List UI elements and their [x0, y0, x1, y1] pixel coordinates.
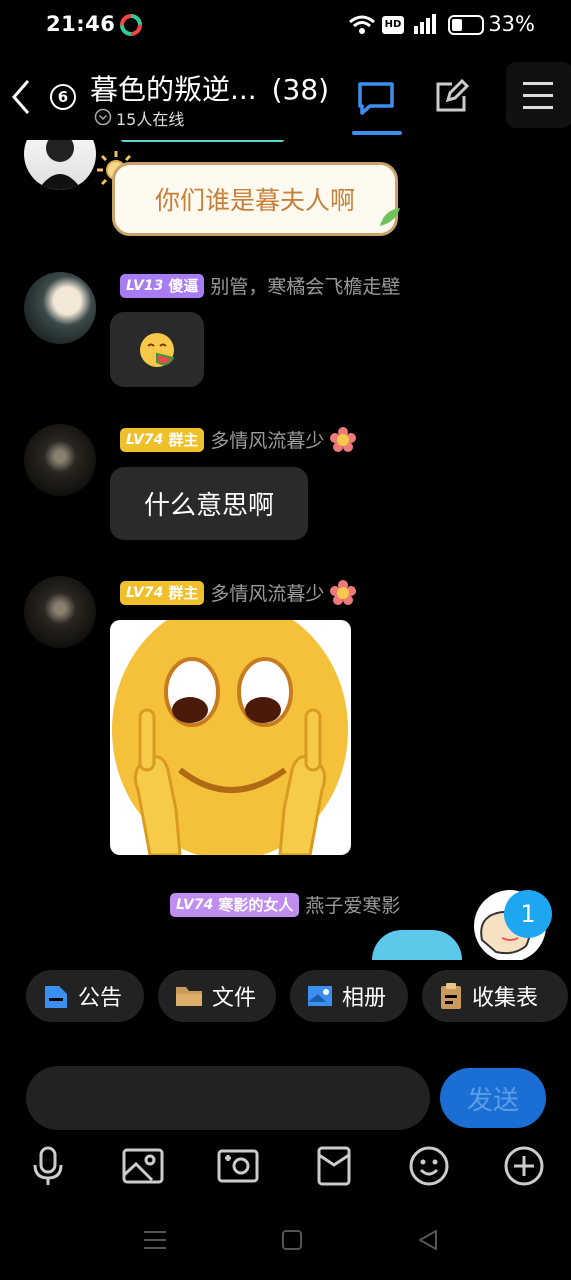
sender-line: LV74 群主 多情风流暮少 — [120, 579, 357, 606]
owner-badge: LV74 群主 — [120, 580, 205, 605]
chip-label: 收集表 — [472, 986, 539, 1011]
chip-label: 相册 — [342, 986, 387, 1011]
member-level-badge: LV74 寒影的女人 — [170, 892, 300, 917]
leaf-decoration-icon — [378, 206, 402, 232]
chip-label: 文件 — [212, 986, 257, 1011]
announcement-icon — [45, 986, 67, 1008]
image-icon[interactable] — [119, 1142, 167, 1190]
new-message-count-badge[interactable]: 1 — [504, 890, 552, 938]
message-bubble[interactable] — [110, 312, 204, 387]
avatar[interactable] — [24, 576, 96, 648]
hd-icon: HD — [382, 16, 404, 34]
camera-icon[interactable] — [214, 1142, 262, 1190]
sticker-image[interactable] — [110, 620, 351, 855]
message-bubble[interactable]: 什么意思啊 — [110, 467, 308, 540]
sender-line: LV13 傻逼 别管，寒橘会飞檐走壁 — [120, 272, 400, 299]
sender-name[interactable]: 多情风流暮少 — [210, 579, 324, 606]
avatar[interactable] — [24, 424, 96, 496]
edit-icon[interactable] — [434, 78, 470, 118]
folder-icon — [176, 987, 202, 1006]
announcement-button[interactable]: 公告 — [26, 970, 144, 1022]
member-title: 群主 — [168, 583, 199, 602]
avatar[interactable] — [24, 140, 96, 190]
input-toolbar — [24, 1142, 548, 1190]
message-list[interactable]: 你们谁是暮夫人啊 LV13 傻逼 别管，寒橘会飞檐走壁 LV74 群主 多情风流… — [0, 140, 571, 960]
member-title: 傻逼 — [168, 276, 199, 295]
avatar[interactable] — [24, 272, 96, 344]
send-button[interactable]: 发送 — [440, 1068, 546, 1128]
wifi-icon — [348, 14, 376, 40]
menu-button[interactable] — [506, 62, 571, 128]
system-nav-bar — [0, 1200, 571, 1280]
red-packet-icon[interactable] — [310, 1142, 358, 1190]
quick-actions-bar: 公告 文件 相册 收集表 — [26, 970, 568, 1022]
message-bubble-partial[interactable] — [372, 930, 462, 960]
member-title: 寒影的女人 — [218, 895, 294, 914]
sender-name[interactable]: 别管，寒橘会飞檐走壁 — [210, 272, 400, 299]
level-label: LV74 — [126, 431, 164, 448]
album-icon — [308, 986, 332, 1006]
app-notification-icon — [120, 14, 142, 36]
back-nav-icon[interactable] — [416, 1228, 440, 1256]
flower-emoji-icon — [330, 579, 357, 605]
clipboard-icon — [441, 983, 461, 1009]
member-count: (38) — [271, 73, 330, 106]
sender-name[interactable]: 多情风流暮少 — [210, 426, 324, 453]
microphone-icon[interactable] — [24, 1142, 72, 1190]
member-level-badge: LV13 傻逼 — [120, 273, 205, 298]
online-count: 15人在线 — [116, 110, 185, 129]
level-label: LV74 — [126, 584, 164, 601]
member-title: 群主 — [168, 430, 199, 449]
active-tab-indicator — [352, 131, 402, 135]
flower-emoji-icon — [330, 426, 357, 452]
battery-icon — [448, 15, 484, 35]
signal-icon — [410, 12, 438, 40]
level-label: LV13 — [126, 277, 164, 294]
status-bar: 21:46 HD 33% — [0, 0, 571, 50]
group-name: 暮色的叛逆... — [90, 73, 257, 106]
sender-line: LV74 寒影的女人 燕子爱寒影 — [170, 891, 400, 918]
album-button[interactable]: 相册 — [290, 970, 408, 1022]
plus-icon[interactable] — [500, 1142, 548, 1190]
group-title[interactable]: 暮色的叛逆... (38) — [90, 68, 329, 108]
battery-percent: 33% — [488, 12, 535, 36]
files-button[interactable]: 文件 — [158, 970, 276, 1022]
recent-apps-icon[interactable] — [142, 1228, 168, 1256]
back-button[interactable] — [8, 77, 32, 121]
message-bubble-decorated[interactable]: 你们谁是暮夫人啊 — [112, 162, 398, 236]
chat-tab-icon[interactable] — [356, 80, 396, 120]
collection-form-button[interactable]: 收集表 — [422, 970, 568, 1022]
home-icon[interactable] — [280, 1228, 304, 1256]
name-badge-partial — [120, 140, 285, 142]
level-label: LV74 — [176, 896, 214, 913]
unread-count-badge[interactable]: 6 — [50, 84, 76, 110]
emoji-icon[interactable] — [405, 1142, 453, 1190]
status-time: 21:46 — [46, 12, 116, 36]
watermelon-emoji-icon — [140, 332, 175, 367]
online-dropdown-icon[interactable] — [94, 108, 112, 130]
message-input[interactable] — [26, 1066, 430, 1130]
sender-line: LV74 群主 多情风流暮少 — [120, 426, 357, 453]
sender-name[interactable]: 燕子爱寒影 — [305, 891, 400, 918]
chip-label: 公告 — [78, 986, 123, 1011]
owner-badge: LV74 群主 — [120, 427, 205, 452]
